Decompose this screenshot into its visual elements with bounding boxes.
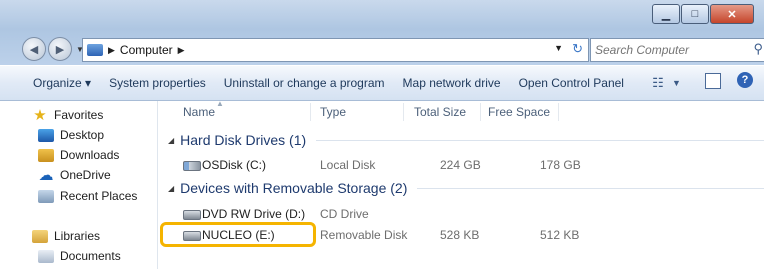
system-properties-button[interactable]: System properties: [100, 76, 215, 90]
nav-label: Desktop: [60, 128, 105, 142]
collapse-triangle-icon[interactable]: ◢: [168, 136, 174, 145]
group-divider: [316, 139, 764, 141]
close-button[interactable]: ✕: [710, 4, 754, 24]
map-network-drive-button[interactable]: Map network drive: [394, 76, 510, 90]
computer-icon: [87, 44, 103, 56]
nav-documents[interactable]: Documents: [38, 249, 121, 263]
downloads-icon: [38, 148, 54, 162]
star-icon: ★: [33, 106, 47, 124]
address-dropdown-icon[interactable]: ▼: [554, 43, 563, 53]
breadcrumb-chevron-icon[interactable]: ▶: [108, 45, 115, 56]
help-icon[interactable]: ?: [737, 72, 753, 88]
back-arrow-icon: ◀: [29, 43, 39, 56]
drive-row[interactable]: OSDisk (C:) Local Disk 224 GB 178 GB: [158, 155, 764, 175]
column-divider[interactable]: [310, 103, 311, 121]
libraries-icon: [32, 229, 48, 243]
nav-label: Favorites: [54, 108, 104, 122]
command-bar: Organize ▾ System properties Uninstall o…: [0, 66, 764, 101]
view-dropdown-icon: ▼: [672, 78, 681, 88]
collapse-triangle-icon[interactable]: ◢: [168, 184, 174, 193]
sort-ascending-icon: ▲: [216, 99, 224, 108]
breadcrumb-chevron-icon[interactable]: ▶: [178, 45, 185, 56]
group-label: Hard Disk Drives (1): [180, 132, 307, 148]
organize-label: Organize: [33, 76, 82, 90]
drive-type: Removable Disk: [320, 228, 408, 242]
nav-label: Downloads: [60, 148, 120, 162]
group-label: Devices with Removable Storage (2): [180, 180, 408, 196]
back-button[interactable]: ◀: [22, 37, 46, 61]
view-icon: ☷: [652, 75, 664, 90]
group-divider: [417, 187, 764, 189]
title-bar: ▁ □ ✕ ◀ ▶ ▼ ▶ Computer ▶ ▼ ↻ ⚲: [0, 0, 764, 65]
column-divider[interactable]: [403, 103, 404, 121]
nav-label: OneDrive: [60, 168, 111, 182]
drive-total-size: 528 KB: [440, 228, 480, 242]
minimize-icon: ▁: [661, 8, 671, 21]
drive-name: OSDisk (C:): [202, 158, 266, 172]
organize-button[interactable]: Organize ▾: [0, 76, 100, 90]
highlight-box: [160, 222, 316, 247]
drive-free-space: 178 GB: [540, 158, 581, 172]
documents-icon: [38, 249, 54, 263]
uninstall-program-button[interactable]: Uninstall or change a program: [215, 76, 394, 90]
open-control-panel-button[interactable]: Open Control Panel: [510, 76, 633, 90]
nav-desktop[interactable]: Desktop: [38, 128, 104, 142]
refresh-icon[interactable]: ↻: [572, 41, 583, 57]
nav-downloads[interactable]: Downloads: [38, 148, 119, 162]
column-free-space[interactable]: Free Space: [488, 105, 550, 119]
column-total-size[interactable]: Total Size: [414, 105, 466, 119]
nav-favorites[interactable]: ★ Favorites: [32, 106, 104, 124]
dvd-drive-icon: [183, 210, 201, 220]
column-divider[interactable]: [480, 103, 481, 121]
cloud-icon: ☁: [38, 166, 54, 184]
drive-type: CD Drive: [320, 207, 369, 221]
search-icon[interactable]: ⚲: [753, 41, 763, 57]
nav-recent-places[interactable]: Recent Places: [38, 189, 137, 203]
hard-drive-icon: [183, 161, 201, 171]
drive-name: DVD RW Drive (D:): [202, 207, 306, 221]
nav-label: Documents: [60, 249, 121, 263]
group-hard-disk-drives[interactable]: ◢ Hard Disk Drives (1): [168, 132, 764, 148]
close-icon: ✕: [727, 8, 737, 21]
navigation-buttons: ◀ ▶ ▼: [22, 37, 84, 61]
column-divider[interactable]: [558, 103, 559, 121]
change-view-button[interactable]: ☷ ▼: [648, 73, 681, 93]
column-headers: ▲ Name Type Total Size Free Space: [158, 99, 764, 123]
forward-arrow-icon: ▶: [55, 43, 65, 56]
caption-buttons: ▁ □ ✕: [652, 4, 754, 24]
search-box[interactable]: ⚲: [590, 38, 764, 62]
nav-onedrive[interactable]: ☁ OneDrive: [38, 166, 111, 184]
preview-pane-button[interactable]: [705, 73, 721, 89]
drive-row[interactable]: DVD RW Drive (D:) CD Drive: [158, 204, 764, 224]
nav-label: Recent Places: [60, 189, 138, 203]
desktop-icon: [38, 128, 54, 142]
minimize-button[interactable]: ▁: [652, 4, 680, 24]
maximize-icon: □: [691, 8, 699, 20]
drive-total-size: 224 GB: [440, 158, 481, 172]
column-type[interactable]: Type: [320, 105, 346, 119]
nav-libraries[interactable]: Libraries: [32, 229, 100, 243]
group-removable-storage[interactable]: ◢ Devices with Removable Storage (2): [168, 180, 764, 196]
address-bar[interactable]: ▶ Computer ▶ ▼ ↻: [82, 38, 589, 62]
explorer-window: ▁ □ ✕ ◀ ▶ ▼ ▶ Computer ▶ ▼ ↻ ⚲ Organize …: [0, 0, 764, 269]
forward-button[interactable]: ▶: [48, 37, 72, 61]
nav-label: Libraries: [54, 229, 101, 243]
drive-type: Local Disk: [320, 158, 376, 172]
breadcrumb-computer[interactable]: Computer: [120, 43, 173, 57]
drive-free-space: 512 KB: [540, 228, 580, 242]
maximize-button[interactable]: □: [681, 4, 709, 24]
search-input[interactable]: [591, 42, 747, 58]
navigation-pane: ★ Favorites Desktop Downloads ☁ OneDrive…: [0, 101, 158, 269]
column-name[interactable]: Name: [183, 105, 215, 119]
recent-places-icon: [38, 189, 54, 203]
